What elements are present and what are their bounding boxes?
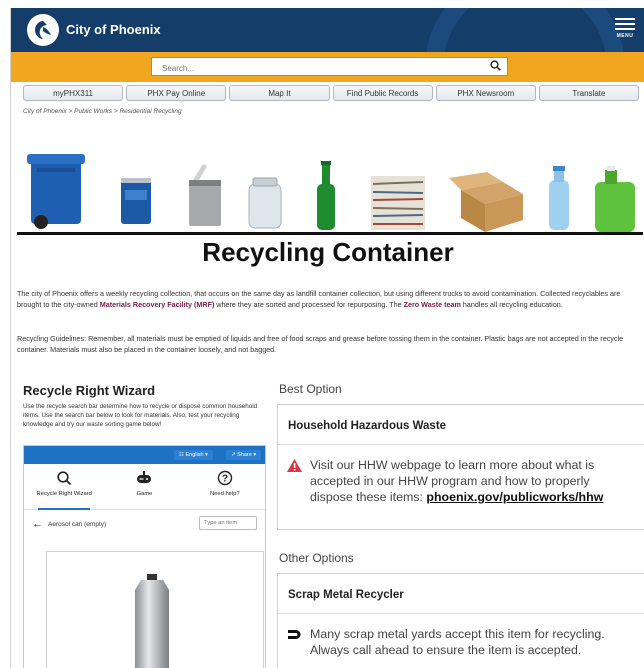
other-option-body: Many scrap metal yards accept this item … <box>278 614 644 658</box>
divider <box>17 232 643 235</box>
language-button[interactable]: ☷ English ▾ <box>174 450 213 460</box>
widget-tabs: Recycle Right Wizard Game ? Need help? <box>24 464 265 510</box>
share-button[interactable]: ↗ Share ▾ <box>226 450 262 460</box>
tab-game[interactable]: Game <box>104 464 184 509</box>
newspaper-stack-image <box>371 176 425 230</box>
phoenix-bird-logo[interactable] <box>27 14 59 46</box>
best-option-label: Best Option <box>279 382 342 396</box>
svg-text:?: ? <box>222 474 228 485</box>
back-arrow-icon[interactable]: ← <box>32 518 43 530</box>
recycle-wizard-widget: ☷ English ▾ ↗ Share ▾ Recycle Right Wiza… <box>23 445 266 668</box>
tab-recycle-wizard[interactable]: Recycle Right Wizard <box>24 464 104 510</box>
magnet-icon <box>286 627 303 646</box>
item-row: ← Aerosol can (empty) <box>24 516 265 540</box>
zero-waste-link[interactable]: Zero Waste team <box>404 300 461 309</box>
item-image-box <box>46 551 264 668</box>
site-brand[interactable]: City of Phoenix <box>66 22 161 37</box>
item-name: Aerosol can (empty) <box>48 521 107 528</box>
best-option-body: Visit our HHW webpage to learn more abou… <box>278 445 644 505</box>
item-search-input[interactable] <box>199 516 257 530</box>
recycling-cart-image <box>27 154 85 229</box>
wizard-title: Recycle Right Wizard <box>23 383 156 398</box>
best-option-title: Household Hazardous Waste <box>278 405 644 445</box>
menu-icon[interactable]: MENU <box>615 18 635 39</box>
warning-icon <box>286 458 303 477</box>
nav-translate[interactable]: Translate <box>538 85 640 101</box>
wizard-description: Use the recycle search bar determine how… <box>23 403 258 428</box>
widget-toolbar: ☷ English ▾ ↗ Share ▾ <box>24 446 265 464</box>
intro-paragraph: The city of Phoenix offers a weekly recy… <box>17 289 621 309</box>
other-option-card: Scrap Metal Recycler Many scrap metal ya… <box>277 573 644 668</box>
page-title: Recycling Container <box>202 237 454 267</box>
aerosol-can-image <box>135 574 169 668</box>
site-header: City of Phoenix MENU <box>11 8 644 52</box>
other-options-label: Other Options <box>279 551 354 565</box>
nav-map-it[interactable]: Map It <box>229 85 330 101</box>
search-band <box>11 52 644 82</box>
page: City of Phoenix MENU myPHX311 PHX Pay On… <box>10 8 644 668</box>
nav-public-records[interactable]: Find Public Records <box>332 85 433 101</box>
other-option-title: Scrap Metal Recycler <box>278 574 644 614</box>
aluminum-can-image <box>121 178 151 224</box>
best-option-card: Household Hazardous Waste Visit our HHW … <box>277 404 644 530</box>
search-input[interactable] <box>152 60 472 77</box>
magnifier-icon <box>24 470 104 488</box>
tab-need-help[interactable]: ? Need help? <box>185 464 265 509</box>
search-icon[interactable] <box>490 60 501 74</box>
breadcrumb[interactable]: City of Phoenix > Public Works > Residen… <box>23 108 182 115</box>
detergent-jug-image <box>595 166 635 232</box>
hhw-link[interactable]: phoenix.gov/publicworks/hhw <box>426 490 603 504</box>
guidelines-paragraph: Recycling Guidelines: Remember, all mate… <box>17 334 624 354</box>
cardboard-box-image <box>449 172 523 232</box>
mrf-link[interactable]: Materials Recovery Facility (MRF) <box>100 300 215 309</box>
glass-jar-image <box>248 177 282 229</box>
tin-can-image <box>189 164 221 226</box>
nav-newsroom[interactable]: PHX Newsroom <box>435 85 536 101</box>
water-bottle-image <box>549 166 569 230</box>
recyclables-banner <box>17 146 644 236</box>
green-bottle-image <box>317 161 335 230</box>
quick-nav: myPHX311 PHX Pay Online Map It Find Publ… <box>23 85 640 101</box>
gamepad-icon <box>104 470 184 488</box>
nav-myphx311[interactable]: myPHX311 <box>23 85 124 101</box>
site-search <box>151 57 508 77</box>
nav-pay-online[interactable]: PHX Pay Online <box>126 85 227 101</box>
help-icon: ? <box>185 470 265 488</box>
